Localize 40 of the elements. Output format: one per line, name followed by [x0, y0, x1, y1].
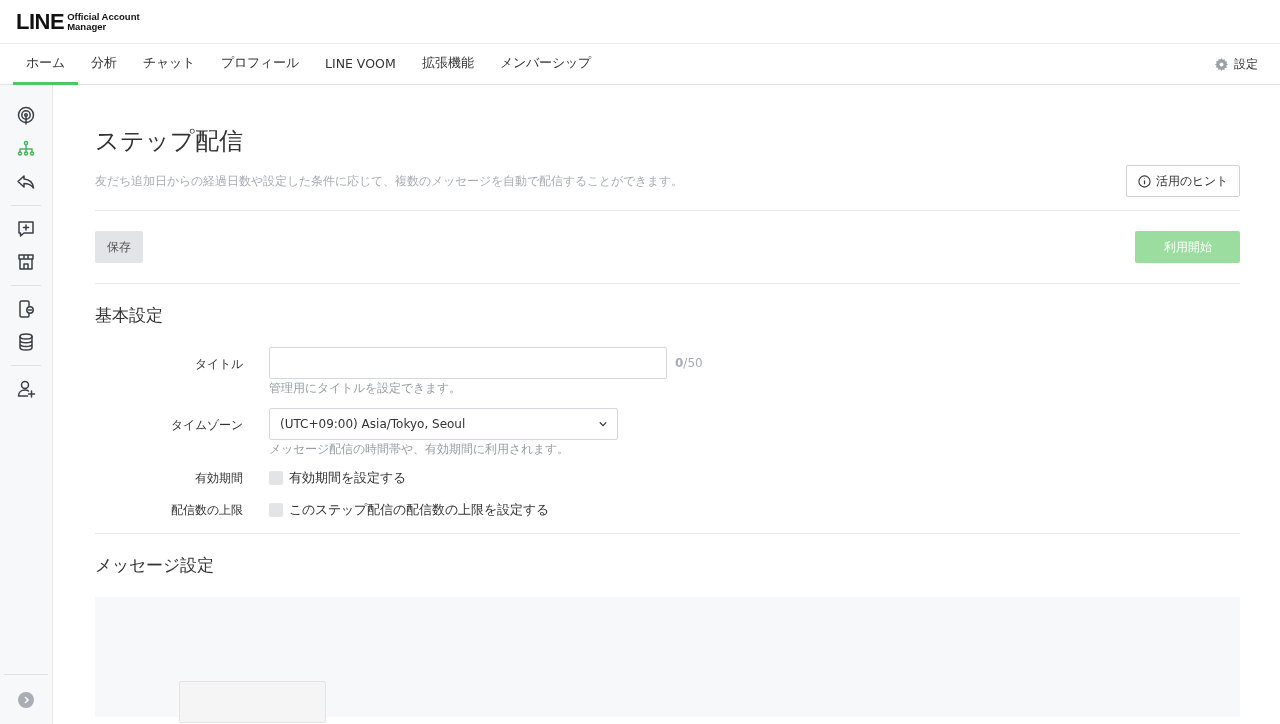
tips-button[interactable]: 活用のヒント: [1126, 165, 1240, 197]
save-button[interactable]: 保存: [95, 231, 143, 263]
message-plus-icon: [16, 219, 36, 239]
logo-wordmark: LINE: [16, 8, 65, 35]
field-label: タイトル: [194, 356, 244, 373]
nav-tab[interactable]: LINE VOOM: [312, 44, 409, 85]
reply-icon: [16, 172, 36, 192]
checkbox[interactable]: [269, 503, 283, 517]
help-text: 管理用にタイトルを設定できます。: [269, 381, 462, 396]
chevron-down-icon: [599, 421, 607, 427]
checkbox[interactable]: [269, 471, 283, 485]
field-label: 配信数の上限: [170, 502, 244, 519]
info-icon: [1138, 174, 1151, 188]
phone-icon: [16, 299, 36, 319]
checkbox-label: 有効期間を設定する: [289, 469, 406, 487]
page-description: 友だち追加日からの経過日数や設定した条件に応じて、複数のメッセージを自動で配信することができます。: [95, 173, 683, 189]
section-heading: メッセージ設定: [95, 554, 215, 577]
user-add-icon: [16, 379, 36, 399]
field-label: タイムゾーン: [170, 417, 244, 434]
title-input-field[interactable]: [269, 347, 667, 379]
section-heading: 基本設定: [95, 304, 164, 327]
nav-tab[interactable]: プロフィール: [208, 44, 312, 85]
shop-icon: [16, 252, 36, 272]
character-counter: 0/50: [675, 356, 703, 370]
nav-tab[interactable]: 拡張機能: [408, 44, 487, 85]
database-icon: [16, 332, 36, 352]
chevron-right-icon: [18, 692, 34, 708]
hierarchy-icon: [16, 139, 36, 159]
nav-tab[interactable]: メンバーシップ: [486, 44, 604, 85]
settings-link[interactable]: 設定: [1215, 44, 1258, 84]
nav-tab[interactable]: チャット: [130, 44, 208, 85]
page-title: ステップ配信: [95, 126, 244, 157]
checkbox-label: このステップ配信の配信数の上限を設定する: [289, 501, 549, 519]
help-text: メッセージ配信の時間帯や、有効期間に利用されます。: [269, 442, 570, 457]
field-label: 有効期間: [194, 470, 244, 487]
nav-tab[interactable]: 分析: [78, 44, 130, 85]
broadcast-icon: [16, 106, 36, 126]
logo-subtitle: Official Account Manager: [67, 11, 141, 32]
settings-icon: [1215, 57, 1228, 71]
timezone-dropdown[interactable]: (UTC+09:00) Asia/Tokyo, Seoul: [269, 408, 618, 440]
